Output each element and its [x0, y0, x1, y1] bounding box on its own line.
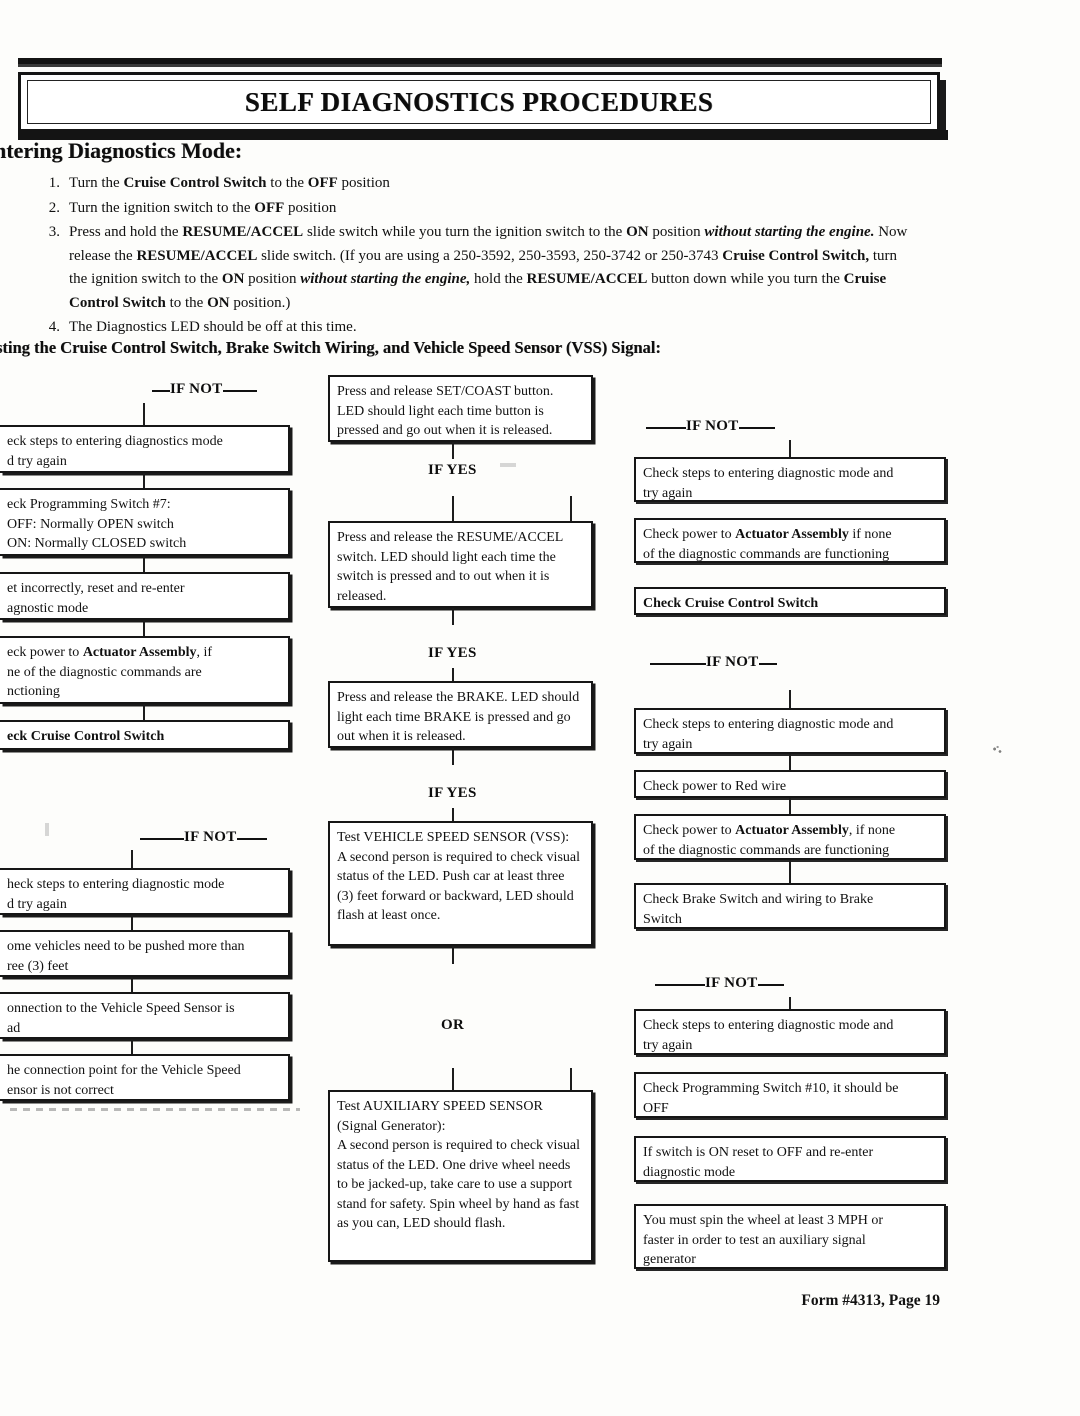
- flow-box: Check power to Red wire: [634, 770, 946, 798]
- if-not-label-right-2: IF NOT: [650, 654, 777, 671]
- flow-box-auxiliary: Test AUXILIARY SPEED SENSOR (Signal Gene…: [328, 1090, 593, 1262]
- banner-top-rule-secondary: [18, 64, 942, 67]
- connector-stem-to-right-column: [570, 1068, 572, 1090]
- connector-stem: [452, 946, 454, 964]
- page-banner: SELF DIAGNOSTICS PROCEDURES: [18, 58, 948, 140]
- step-text: Press and hold the RESUME/ACCEL slide sw…: [69, 224, 908, 311]
- flow-box: eck steps to entering diagnostics mode d …: [0, 425, 290, 473]
- flow-box: Check power to Actuator Assembly if none…: [634, 518, 946, 563]
- step-number: 3.: [48, 224, 60, 240]
- connector-stem: [452, 808, 454, 821]
- connector-stem: [143, 403, 145, 425]
- flow-box: eck Programming Switch #7: OFF: Normally …: [0, 488, 290, 556]
- list-item: 1. Turn the Cruise Control Switch to the…: [34, 172, 914, 196]
- step-text: Turn the ignition switch to the OFF posi…: [69, 199, 337, 216]
- flow-box: Check Cruise Control Switch: [634, 587, 946, 615]
- list-item: 2. Turn the ignition switch to the OFF p…: [34, 197, 914, 221]
- flow-box: eck Cruise Control Switch: [0, 720, 290, 750]
- flow-box: Check Programming Switch #10, it should …: [634, 1072, 946, 1118]
- flow-box: If switch is ON reset to OFF and re-ente…: [634, 1136, 946, 1182]
- connector-stem-to-right-column: [570, 496, 572, 521]
- flow-box: Check Brake Switch and wiring to Brake Sw…: [634, 883, 946, 929]
- connector-stem: [789, 798, 791, 814]
- if-not-label-right-1: IF NOT: [646, 418, 775, 435]
- list-item: 4. The Diagnostics LED should be off at …: [34, 316, 914, 340]
- banner-frame: SELF DIAGNOSTICS PROCEDURES: [18, 72, 940, 132]
- connector-stem: [143, 620, 145, 636]
- if-not-label-right-3: IF NOT: [655, 975, 784, 992]
- step-number: 2.: [48, 199, 60, 216]
- connector-stem: [131, 850, 133, 868]
- flow-box: et incorrectly, reset and re-enter agnost…: [0, 572, 290, 620]
- flow-box: Check steps to entering diagnostic mode …: [634, 1009, 946, 1055]
- flow-box: You must spin the wheel at least 3 MPH o…: [634, 1204, 946, 1269]
- flow-box: heck steps to entering diagnostic mode d …: [0, 868, 290, 915]
- flow-box: eck power to Actuator Assembly, if ne of …: [0, 636, 290, 704]
- flow-box: he connection point for the Vehicle Spee…: [0, 1054, 290, 1101]
- connector-stem: [789, 997, 791, 1009]
- flow-box: Check steps to entering diagnostic mode …: [634, 457, 946, 502]
- step-number: 4.: [48, 319, 60, 335]
- connector-stem: [789, 754, 791, 770]
- flow-box: onnection to the Vehicle Speed Sensor is…: [0, 992, 290, 1039]
- testing-section-heading: sting the Cruise Control Switch, Brake S…: [0, 338, 661, 357]
- step-text: The Diagnostics LED should be off at thi…: [69, 319, 357, 335]
- page-footer: Form #4313, Page 19: [801, 1292, 940, 1309]
- step-text: Turn the Cruise Control Switch to the OF…: [69, 175, 390, 191]
- connector-stem: [452, 1068, 454, 1090]
- connector-stem: [452, 496, 454, 521]
- connector-stem: [143, 704, 145, 720]
- if-yes-label-center-2: IF YES: [428, 645, 477, 661]
- connector-stem: [789, 440, 791, 457]
- connector-stem: [452, 748, 454, 765]
- connector-stem: [143, 556, 145, 572]
- list-item: 3. Press and hold the RESUME/ACCEL slide…: [34, 221, 914, 315]
- flow-box-brake: Press and release the BRAKE. LED should …: [328, 681, 593, 748]
- flow-box-set-coast: Press and release SET/COAST button. LED …: [328, 375, 593, 442]
- connector-stem: [452, 442, 454, 459]
- scan-edge-artifact: [10, 1108, 300, 1111]
- if-not-label-left-1: IF NOT: [152, 381, 257, 398]
- entering-diagnostics-heading: ntering Diagnostics Mode:: [0, 138, 243, 163]
- or-label: OR: [441, 1017, 465, 1033]
- flow-box-vss: Test VEHICLE SPEED SENSOR (VSS): A second…: [328, 821, 593, 946]
- flow-box-resume-accel: Press and release the RESUME/ACCEL switc…: [328, 521, 593, 608]
- connector-stem: [789, 690, 791, 708]
- connector-stem: [452, 608, 454, 625]
- connector-stem: [131, 915, 133, 930]
- flow-box: Check power to Actuator Assembly, if non…: [634, 814, 946, 860]
- connector-stem: [789, 860, 791, 883]
- flow-box: Check steps to entering diagnostic mode …: [634, 708, 946, 754]
- connector-stem: [452, 668, 454, 681]
- if-not-label-left-2: IF NOT: [140, 829, 267, 846]
- banner-inner-frame: SELF DIAGNOSTICS PROCEDURES: [27, 80, 931, 124]
- if-yes-label-center-1: IF YES: [428, 462, 477, 478]
- connector-stem: [143, 473, 145, 488]
- connector-stem: [131, 977, 133, 992]
- scan-speck-artifact: [991, 745, 1003, 755]
- if-yes-label-center-3: IF YES: [428, 785, 477, 801]
- flow-box: ome vehicles need to be pushed more than…: [0, 930, 290, 977]
- scanned-page: SELF DIAGNOSTICS PROCEDURES ntering Diag…: [0, 0, 1080, 1416]
- page-title: SELF DIAGNOSTICS PROCEDURES: [244, 86, 714, 117]
- entering-diagnostics-steps: 1. Turn the Cruise Control Switch to the…: [34, 172, 914, 341]
- step-number: 1.: [48, 175, 60, 191]
- connector-stem: [131, 1039, 133, 1054]
